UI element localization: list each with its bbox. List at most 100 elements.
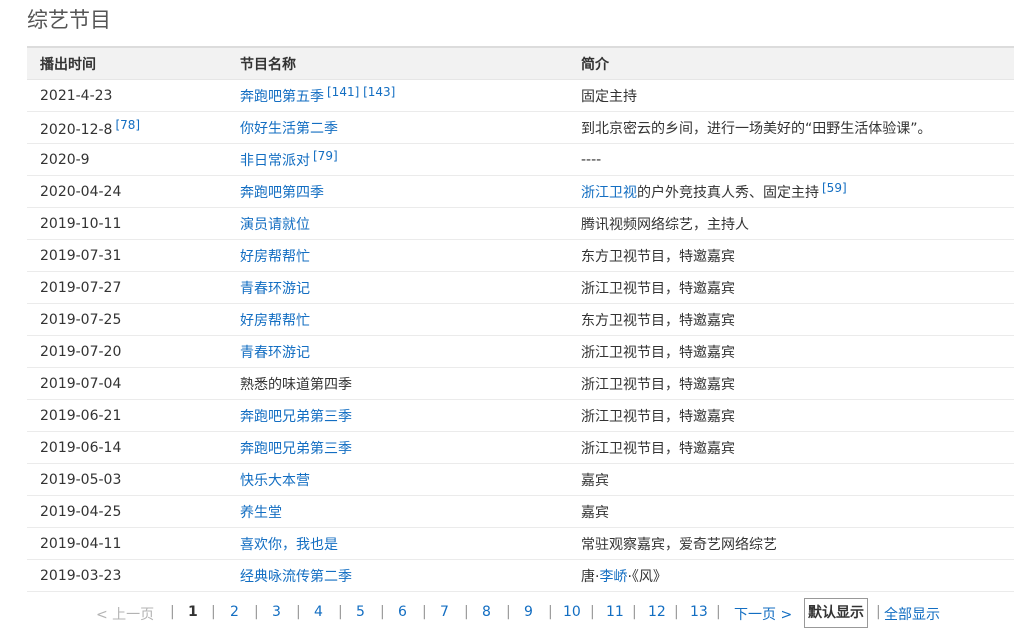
citation-ref[interactable]: [78]: [115, 118, 140, 132]
description-text: 的户外竞技真人秀、固定主持: [637, 185, 819, 201]
description-text: ----: [581, 151, 602, 168]
show-name-link[interactable]: 奔跑吧第四季: [240, 185, 324, 201]
show-name-link[interactable]: 奔跑吧兄弟第三季: [240, 409, 352, 425]
description-text: 浙江卫视节目，特邀嘉宾: [581, 440, 735, 457]
show-name-link[interactable]: 经典咏流传第二季: [240, 569, 352, 585]
cell-show-name: 非日常派对 [79]: [227, 143, 568, 176]
page-1-button: 1: [188, 604, 198, 620]
citation-ref[interactable]: [59]: [822, 181, 847, 195]
cell-show-name: 青春环游记: [227, 335, 568, 368]
description-text: 到北京密云的乡间，进行一场美好的“田野生活体验课”。: [581, 120, 932, 137]
cell-show-name: 演员请就位: [227, 207, 568, 240]
table-row: 2019-07-04 熟悉的味道第四季 浙江卫视节目，特邀嘉宾: [27, 367, 1014, 400]
pager-separator: |: [674, 604, 679, 620]
cell-air-date: 2019-04-25: [27, 495, 227, 528]
show-name-link[interactable]: 演员请就位: [240, 217, 310, 233]
description-link[interactable]: 李峤: [599, 569, 627, 585]
air-date: 2019-07-31: [40, 247, 122, 264]
cell-show-name: 好房帮帮忙: [227, 239, 568, 272]
page-7-button[interactable]: 7: [440, 604, 449, 620]
show-name-link[interactable]: 青春环游记: [240, 281, 310, 297]
pager-separator: |: [506, 604, 511, 620]
cell-air-date: 2019-07-20: [27, 335, 227, 368]
show-name-link[interactable]: 青春环游记: [240, 345, 310, 361]
pagination: < 上一页 | | | | | | | | | | | | | | 1 2 3 4 5 6 7 8 9 10 11 12 13 下一页 …: [0, 598, 1018, 628]
cell-air-date: 2019-07-25: [27, 303, 227, 336]
section-title: 综艺节目: [27, 8, 111, 32]
cell-show-name: 奔跑吧第五季 [141] [143]: [227, 79, 568, 112]
cell-description: 嘉宾: [568, 495, 1014, 528]
table-row: 2019-05-03 快乐大本营 嘉宾: [27, 463, 1014, 496]
table-row: 2019-04-11 喜欢你，我也是 常驻观察嘉宾，爱奇艺网络综艺: [27, 527, 1014, 560]
variety-show-table: 播出时间 节目名称 简介 2021-4-23 奔跑吧第五季 [141] [143] 固…: [27, 46, 1014, 592]
air-date: 2020-9: [40, 151, 90, 168]
cell-air-date: 2020-04-24: [27, 175, 227, 208]
show-name-link[interactable]: 好房帮帮忙: [240, 313, 310, 329]
page-12-button[interactable]: 12: [648, 604, 666, 620]
table-row: 2020-12-8 [78] 你好生活第二季 到北京密云的乡间，进行一场美好的“田野生…: [27, 111, 1014, 144]
table-row: 2020-9 非日常派对 [79] ----: [27, 143, 1014, 176]
air-date: 2019-05-03: [40, 471, 122, 488]
air-date: 2021-4-23: [40, 87, 113, 104]
table-row: 2019-07-27 青春环游记 浙江卫视节目，特邀嘉宾: [27, 271, 1014, 304]
cell-description: 东方卫视节目，特邀嘉宾: [568, 303, 1014, 336]
table-row: 2019-07-25 好房帮帮忙 东方卫视节目，特邀嘉宾: [27, 303, 1014, 336]
pager-separator: |: [422, 604, 427, 620]
cell-air-date: 2019-06-14: [27, 431, 227, 464]
air-date: 2019-03-23: [40, 567, 122, 584]
header-air-date: 播出时间: [27, 47, 227, 80]
pager-separator: |: [876, 604, 881, 620]
show-name-link[interactable]: 养生堂: [240, 505, 282, 521]
page-2-button[interactable]: 2: [230, 604, 239, 620]
show-name-link[interactable]: 快乐大本营: [240, 473, 310, 489]
cell-show-name: 经典咏流传第二季: [227, 559, 568, 592]
pager-separator: |: [590, 604, 595, 620]
header-show-name: 节目名称: [227, 47, 568, 80]
cell-air-date: 2019-03-23: [27, 559, 227, 592]
pager-separator: |: [380, 604, 385, 620]
cell-description: 浙江卫视节目，特邀嘉宾: [568, 367, 1014, 400]
description-link[interactable]: 浙江卫视: [581, 185, 637, 201]
show-name-link[interactable]: 你好生活第二季: [240, 121, 338, 137]
show-all-button[interactable]: 全部显示: [884, 604, 940, 624]
show-name-link[interactable]: 非日常派对: [240, 153, 310, 169]
show-name-link[interactable]: 奔跑吧兄弟第三季: [240, 441, 352, 457]
show-name-link[interactable]: 好房帮帮忙: [240, 249, 310, 265]
page-10-button[interactable]: 10: [563, 604, 581, 620]
cell-description: 浙江卫视节目，特邀嘉宾: [568, 399, 1014, 432]
page-9-button[interactable]: 9: [524, 604, 533, 620]
table-header-row: 播出时间 节目名称 简介: [27, 47, 1014, 80]
page-3-button[interactable]: 3: [272, 604, 281, 620]
cell-show-name: 你好生活第二季: [227, 111, 568, 144]
table-row: 2019-10-11 演员请就位 腾讯视频网络综艺，主持人: [27, 207, 1014, 240]
table-row: 2019-06-21 奔跑吧兄弟第三季 浙江卫视节目，特邀嘉宾: [27, 399, 1014, 432]
citation-ref[interactable]: [141] [143]: [327, 85, 395, 99]
page-4-button[interactable]: 4: [314, 604, 323, 620]
show-name-link[interactable]: 奔跑吧第五季: [240, 89, 324, 105]
table-row: 2021-4-23 奔跑吧第五季 [141] [143] 固定主持: [27, 79, 1014, 112]
cell-show-name: 青春环游记: [227, 271, 568, 304]
description-text: 浙江卫视节目，特邀嘉宾: [581, 376, 735, 393]
page-13-button[interactable]: 13: [690, 604, 708, 620]
air-date: 2019-10-11: [40, 215, 122, 232]
description-text: ·《风》: [627, 568, 667, 585]
cell-show-name: 奔跑吧第四季: [227, 175, 568, 208]
table-row: 2019-04-25 养生堂 嘉宾: [27, 495, 1014, 528]
table-row: 2019-03-23 经典咏流传第二季 唐·李峤·《风》: [27, 559, 1014, 592]
cell-air-date: 2020-9: [27, 143, 227, 176]
citation-ref[interactable]: [79]: [313, 149, 338, 163]
show-name: 熟悉的味道第四季: [240, 376, 352, 393]
next-page-button[interactable]: 下一页 >: [734, 604, 792, 624]
show-name-link[interactable]: 喜欢你，我也是: [240, 537, 338, 553]
page-5-button[interactable]: 5: [356, 604, 365, 620]
cell-air-date: 2019-04-11: [27, 527, 227, 560]
cell-description: ----: [568, 143, 1014, 176]
default-view-button[interactable]: 默认显示: [804, 598, 868, 628]
cell-description: 浙江卫视的户外竞技真人秀、固定主持 [59]: [568, 175, 1014, 208]
cell-air-date: 2019-07-04: [27, 367, 227, 400]
cell-description: 固定主持: [568, 79, 1014, 112]
page-11-button[interactable]: 11: [606, 604, 624, 620]
page-8-button[interactable]: 8: [482, 604, 491, 620]
description-text: 固定主持: [581, 88, 637, 105]
page-6-button[interactable]: 6: [398, 604, 407, 620]
